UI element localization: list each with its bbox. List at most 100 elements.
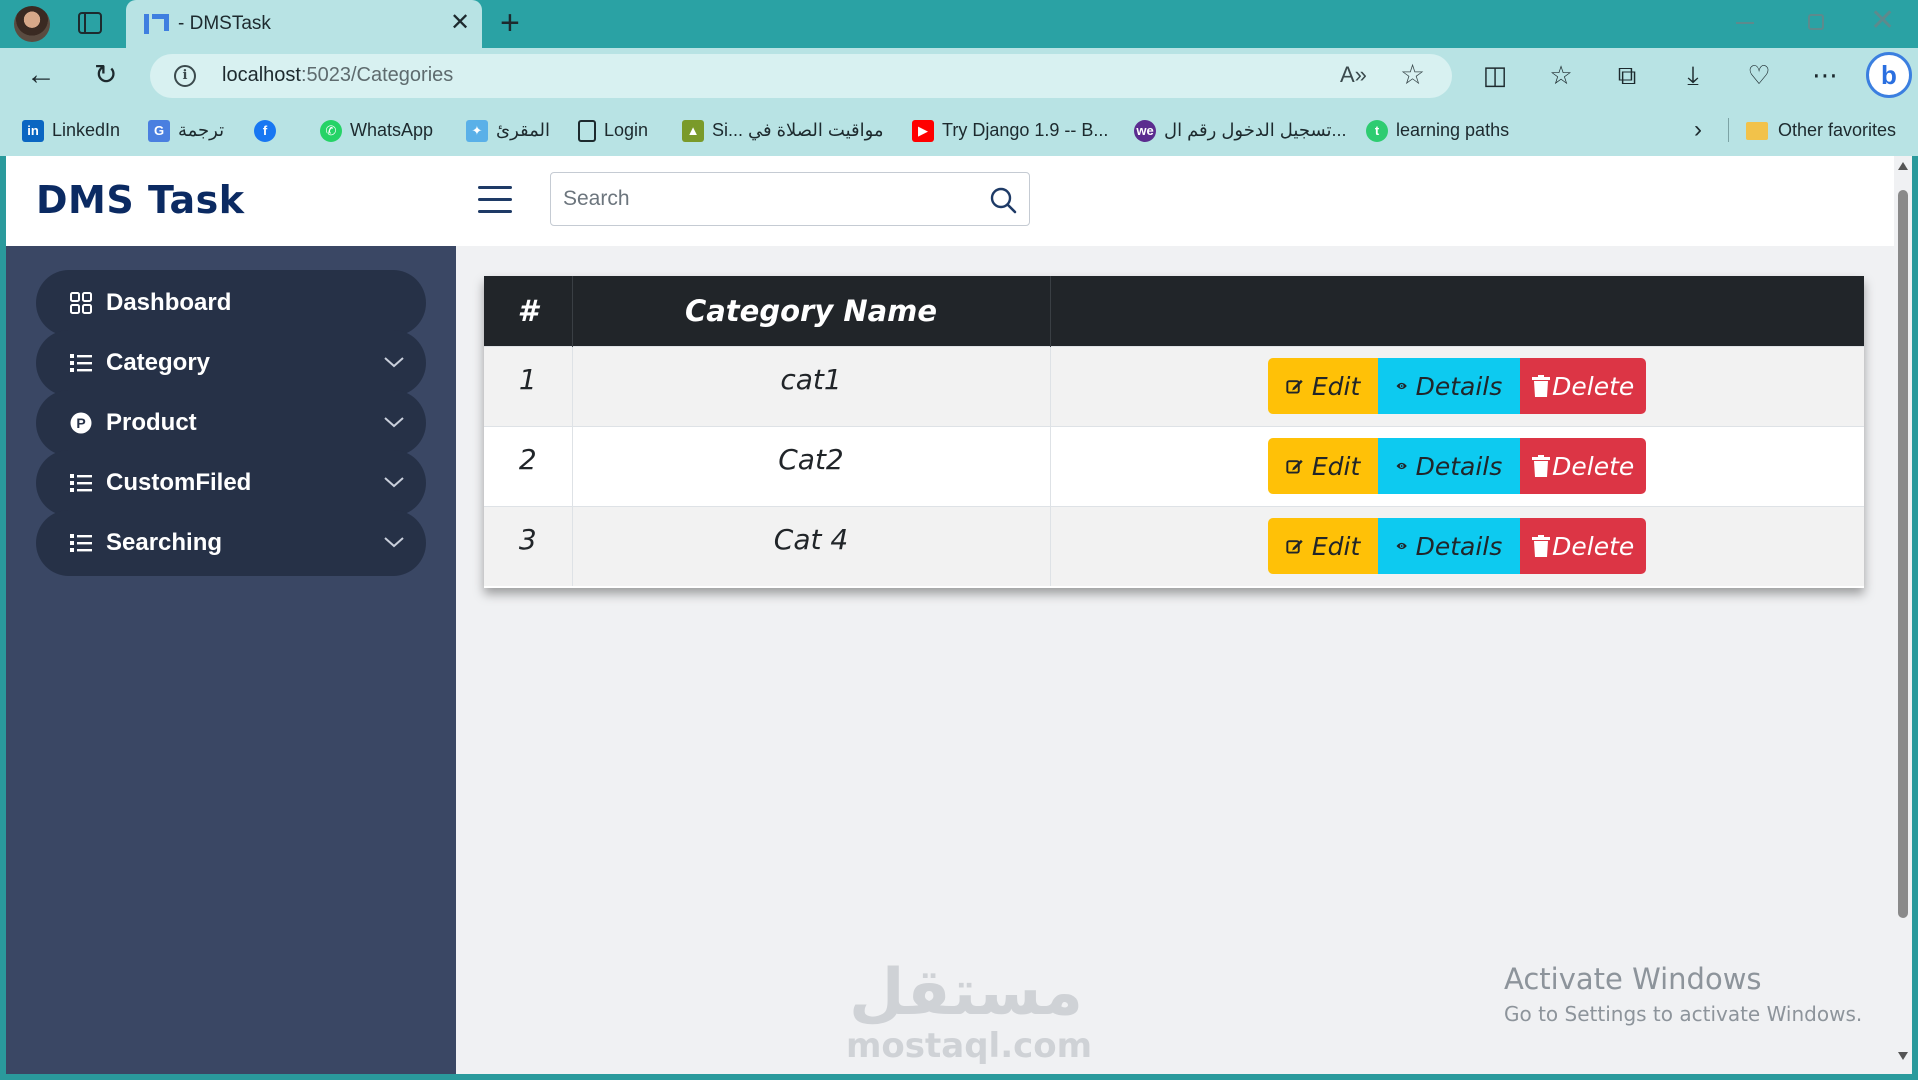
row-actions: Edit Details Delete bbox=[1050, 346, 1864, 426]
bookmark-login[interactable]: Login bbox=[578, 118, 649, 143]
eye-icon bbox=[1396, 462, 1408, 470]
url-path: :5023/Categories bbox=[300, 64, 454, 86]
delete-label: Delete bbox=[1552, 371, 1635, 401]
back-arrow-icon[interactable]: ← bbox=[26, 60, 56, 90]
edit-button[interactable]: Edit bbox=[1268, 358, 1379, 414]
table-row: 1 cat1 Edit Details Delete bbox=[484, 346, 1864, 426]
url-text[interactable]: localhost:5023/Categories bbox=[222, 64, 453, 87]
performance-heart-icon[interactable]: ♡ bbox=[1742, 58, 1776, 92]
bookmark-label: تسجيل الدخول رقم ال... bbox=[1164, 120, 1347, 140]
minimize-icon[interactable] bbox=[1736, 22, 1754, 24]
bookmark-label: learning paths bbox=[1396, 120, 1510, 140]
scroll-down-arrow-icon[interactable] bbox=[1898, 1052, 1908, 1060]
details-button[interactable]: Details bbox=[1378, 518, 1521, 575]
favorites-icon[interactable]: ☆ bbox=[1544, 58, 1578, 92]
category-name: Cat 4 bbox=[572, 506, 1051, 586]
sidebar: Dashboard Category P Product CustomFiled… bbox=[6, 246, 456, 1074]
action-button-group: Edit Details Delete bbox=[1268, 358, 1647, 414]
collections-icon[interactable]: ⧉ bbox=[1610, 58, 1644, 92]
bing-copilot-icon[interactable]: b bbox=[1866, 52, 1912, 98]
address-bar[interactable]: i localhost:5023/Categories A» ☆ bbox=[150, 54, 1452, 98]
sidebar-item-dashboard[interactable]: Dashboard bbox=[36, 270, 426, 336]
product-p-icon: P bbox=[70, 412, 92, 434]
activate-subtitle: Go to Settings to activate Windows. bbox=[1504, 1002, 1863, 1026]
details-button[interactable]: Details bbox=[1378, 358, 1521, 414]
edit-label: Edit bbox=[1311, 531, 1361, 561]
page-icon bbox=[578, 120, 596, 143]
sidebar-item-customfiled[interactable]: CustomFiled bbox=[36, 450, 426, 516]
scroll-up-arrow-icon[interactable] bbox=[1898, 162, 1908, 170]
row-actions: Edit Details Delete bbox=[1050, 426, 1864, 506]
table-row: 2 Cat2 Edit Details Delete bbox=[484, 426, 1864, 506]
profile-avatar[interactable] bbox=[14, 6, 50, 42]
delete-button[interactable]: Delete bbox=[1520, 518, 1647, 575]
grid-icon bbox=[70, 292, 92, 314]
categories-table: # Category Name 1 cat1 Edit Details Dele… bbox=[484, 276, 1864, 586]
site-info-icon[interactable]: i bbox=[174, 65, 196, 87]
delete-button[interactable]: Delete bbox=[1520, 358, 1647, 414]
read-aloud-icon[interactable]: A» bbox=[1340, 62, 1367, 88]
details-label: Details bbox=[1415, 451, 1503, 481]
maximize-icon[interactable] bbox=[1808, 14, 1824, 30]
bookmark-learning-paths[interactable]: t learning paths bbox=[1366, 118, 1510, 143]
bookmark-facebook[interactable]: f bbox=[254, 118, 284, 143]
category-name: Cat2 bbox=[572, 426, 1051, 506]
other-favorites[interactable]: Other favorites bbox=[1746, 118, 1896, 142]
chevron-down-icon bbox=[384, 477, 404, 488]
window-close-icon[interactable]: ✕ bbox=[1870, 6, 1895, 36]
bookmark-label: ترجمة bbox=[178, 120, 225, 140]
downloads-icon[interactable]: ⤓ bbox=[1676, 58, 1710, 92]
column-header-number: # bbox=[484, 276, 573, 346]
scroll-thumb[interactable] bbox=[1898, 190, 1908, 918]
bookmarks-divider bbox=[1728, 118, 1729, 142]
browser-titlebar: - DMSTask ✕ + ✕ bbox=[0, 0, 1918, 48]
mostaql-watermark: مستقل mostaql.com bbox=[846, 960, 1093, 1066]
brand-logo[interactable]: DMS Task bbox=[36, 178, 245, 222]
row-number: 3 bbox=[484, 506, 573, 586]
favorite-star-icon[interactable]: ☆ bbox=[1400, 58, 1425, 91]
delete-button[interactable]: Delete bbox=[1520, 438, 1647, 494]
close-tab-icon[interactable]: ✕ bbox=[450, 10, 470, 36]
category-name: cat1 bbox=[572, 346, 1051, 426]
learning-icon: t bbox=[1366, 120, 1388, 143]
search-icon[interactable] bbox=[989, 186, 1017, 214]
row-number: 1 bbox=[484, 346, 573, 426]
bookmark-whatsapp[interactable]: ✆ WhatsApp bbox=[320, 118, 433, 143]
bookmark-translate[interactable]: G ترجمة bbox=[148, 118, 225, 143]
chevron-down-icon bbox=[384, 537, 404, 548]
delete-label: Delete bbox=[1552, 531, 1635, 561]
reload-icon[interactable]: ↻ bbox=[94, 60, 117, 90]
list-icon bbox=[70, 474, 92, 492]
bookmark-prayer-times[interactable]: ▲ Si... مواقيت الصلاة في bbox=[682, 118, 884, 143]
bookmark-almuqri[interactable]: ✦ المقرئ bbox=[466, 118, 550, 143]
sidebar-item-product[interactable]: P Product bbox=[36, 390, 426, 456]
browser-toolbar: ← ↻ i localhost:5023/Categories A» ☆ ◫ ☆… bbox=[0, 48, 1918, 104]
chevron-down-icon bbox=[384, 357, 404, 368]
bookmark-we-login[interactable]: we تسجيل الدخول رقم ال... bbox=[1134, 118, 1347, 143]
edit-button[interactable]: Edit bbox=[1268, 438, 1379, 494]
column-header-actions bbox=[1050, 276, 1864, 346]
tab-actions-icon[interactable] bbox=[78, 12, 102, 34]
split-screen-icon[interactable]: ◫ bbox=[1478, 58, 1512, 92]
mosque-icon: ▲ bbox=[682, 120, 704, 143]
hamburger-menu-icon[interactable] bbox=[478, 186, 512, 214]
more-options-icon[interactable]: ⋯ bbox=[1808, 58, 1842, 92]
we-icon: we bbox=[1134, 120, 1156, 143]
bookmark-label: Login bbox=[604, 120, 649, 140]
page-scrollbar[interactable] bbox=[1894, 156, 1912, 1074]
browser-tab-active[interactable]: - DMSTask ✕ bbox=[126, 0, 482, 48]
table-row: 3 Cat 4 Edit Details Delete bbox=[484, 506, 1864, 586]
search-input[interactable] bbox=[551, 173, 981, 225]
sidebar-item-label: Dashboard bbox=[106, 289, 232, 316]
edit-button[interactable]: Edit bbox=[1268, 518, 1379, 575]
sidebar-item-category[interactable]: Category bbox=[36, 330, 426, 396]
bookmark-linkedin[interactable]: in LinkedIn bbox=[22, 118, 120, 143]
whatsapp-icon: ✆ bbox=[320, 120, 342, 143]
chevron-right-icon[interactable]: › bbox=[1694, 116, 1702, 144]
folder-icon bbox=[1746, 122, 1768, 141]
bookmark-try-django[interactable]: ▶ Try Django 1.9 -- B... bbox=[912, 118, 1108, 143]
new-tab-icon[interactable]: + bbox=[500, 6, 520, 40]
watermark-english: mostaql.com bbox=[846, 1026, 1093, 1066]
details-button[interactable]: Details bbox=[1378, 438, 1521, 494]
sidebar-item-searching[interactable]: Searching bbox=[36, 510, 426, 576]
